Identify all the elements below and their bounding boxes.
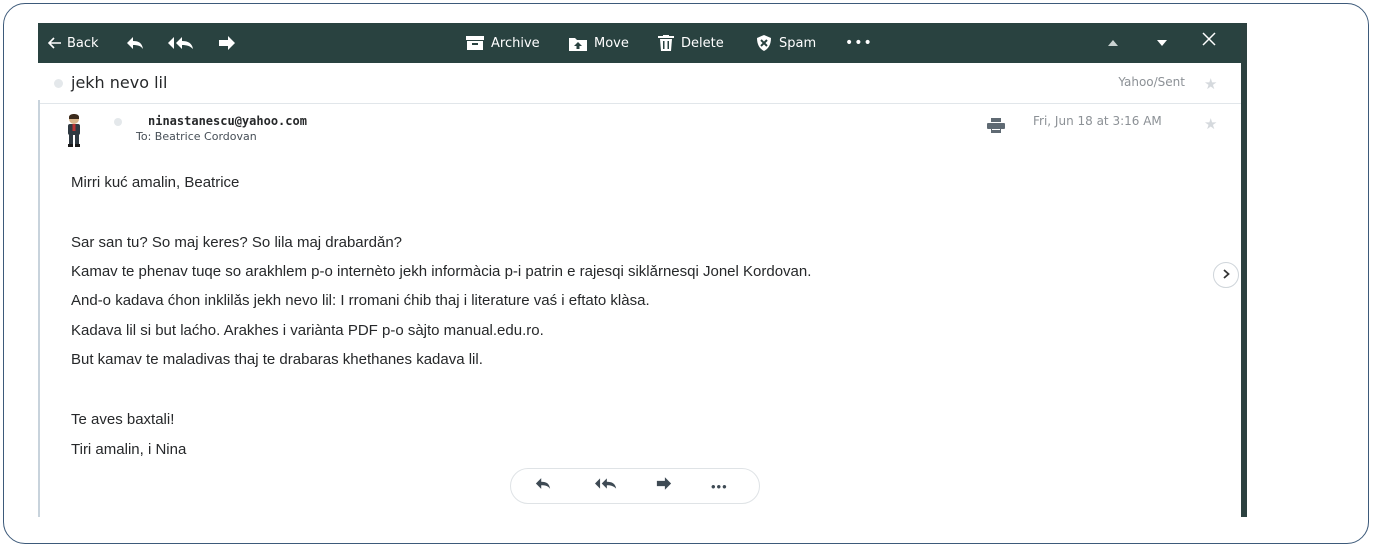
more-button[interactable]: ••• bbox=[845, 23, 873, 63]
archive-button[interactable]: Archive bbox=[466, 23, 540, 63]
body-greeting: Mirri kuć amalin, Beatrice bbox=[71, 174, 240, 191]
recipient-line[interactable]: To: Beatrice Cordovan bbox=[136, 130, 257, 143]
spam-icon bbox=[756, 35, 772, 51]
body-line-4: Kadava lil si but laćho. Arakhes i varià… bbox=[71, 322, 544, 339]
read-status-dot[interactable] bbox=[54, 79, 63, 88]
body-line-1: Sar san tu? So maj keres? So lila maj dr… bbox=[71, 234, 403, 251]
move-icon bbox=[569, 36, 587, 51]
move-label: Move bbox=[594, 35, 629, 51]
next-icon bbox=[1156, 39, 1168, 47]
side-next-button[interactable] bbox=[1213, 262, 1239, 288]
back-arrow-icon bbox=[48, 37, 62, 49]
spam-label: Spam bbox=[779, 35, 817, 51]
more-icon: ••• bbox=[711, 478, 728, 494]
star-icon[interactable]: ★ bbox=[1204, 75, 1217, 93]
body-line-2: Kamav te phenav tuqe so arakhlem p-o int… bbox=[71, 263, 812, 280]
message-star-icon[interactable]: ★ bbox=[1204, 115, 1217, 133]
close-icon bbox=[1202, 32, 1216, 46]
bottom-more-button[interactable]: ••• bbox=[711, 469, 728, 503]
back-button[interactable]: Back bbox=[48, 23, 99, 63]
forward-button[interactable] bbox=[218, 23, 236, 63]
subject-bar: jekh nevo lil Yahoo/Sent ★ bbox=[38, 63, 1243, 104]
sender-status-dot bbox=[114, 118, 122, 126]
window-right-edge bbox=[1241, 23, 1247, 517]
bottom-reply-all-button[interactable] bbox=[595, 469, 617, 503]
reply-all-button[interactable] bbox=[168, 23, 194, 63]
message-toolbar: Back Archive Move Delete Spam ••• bbox=[38, 23, 1243, 63]
print-icon[interactable] bbox=[987, 118, 1005, 138]
forward-icon bbox=[218, 36, 236, 50]
more-icon: ••• bbox=[845, 35, 873, 51]
reply-icon bbox=[535, 477, 551, 495]
next-message-button[interactable] bbox=[1156, 23, 1168, 63]
forward-icon bbox=[656, 477, 672, 495]
body-line-3: And-o kadava ćhon inklilǎs jekh nevo lil… bbox=[71, 292, 650, 309]
archive-label: Archive bbox=[491, 35, 540, 51]
body-closing-2: Tiri amalin, i Nina bbox=[71, 441, 187, 458]
archive-icon bbox=[466, 36, 484, 50]
spam-button[interactable]: Spam bbox=[756, 23, 816, 63]
bottom-forward-button[interactable] bbox=[656, 469, 672, 503]
close-button[interactable] bbox=[1202, 23, 1216, 59]
mail-window: Back Archive Move Delete Spam ••• jekh n… bbox=[38, 23, 1243, 517]
message-date: Fri, Jun 18 at 3:16 AM bbox=[1033, 114, 1162, 128]
delete-icon bbox=[658, 35, 674, 51]
delete-label: Delete bbox=[681, 35, 724, 51]
bottom-reply-button[interactable] bbox=[535, 469, 551, 503]
previous-icon bbox=[1107, 39, 1119, 47]
previous-message-button[interactable] bbox=[1107, 23, 1119, 63]
reply-icon bbox=[126, 36, 144, 50]
reply-button[interactable] bbox=[126, 23, 144, 63]
move-button[interactable]: Move bbox=[569, 23, 629, 63]
window-left-edge bbox=[38, 100, 40, 517]
body-line-5: But kamav te maladivas thaj te drabaras … bbox=[71, 351, 483, 368]
reply-all-icon bbox=[595, 477, 617, 495]
avatar bbox=[63, 113, 85, 147]
message-action-bar: ••• bbox=[510, 468, 760, 504]
body-closing-1: Te aves baxtali! bbox=[71, 411, 175, 428]
message-subject: jekh nevo lil bbox=[71, 73, 168, 92]
delete-button[interactable]: Delete bbox=[658, 23, 724, 63]
sender-email[interactable]: ninastanescu@yahoo.com bbox=[148, 114, 307, 128]
chevron-right-icon bbox=[1222, 266, 1230, 284]
back-label: Back bbox=[67, 35, 99, 51]
folder-label[interactable]: Yahoo/Sent bbox=[1118, 75, 1185, 89]
reply-all-icon bbox=[168, 36, 194, 50]
